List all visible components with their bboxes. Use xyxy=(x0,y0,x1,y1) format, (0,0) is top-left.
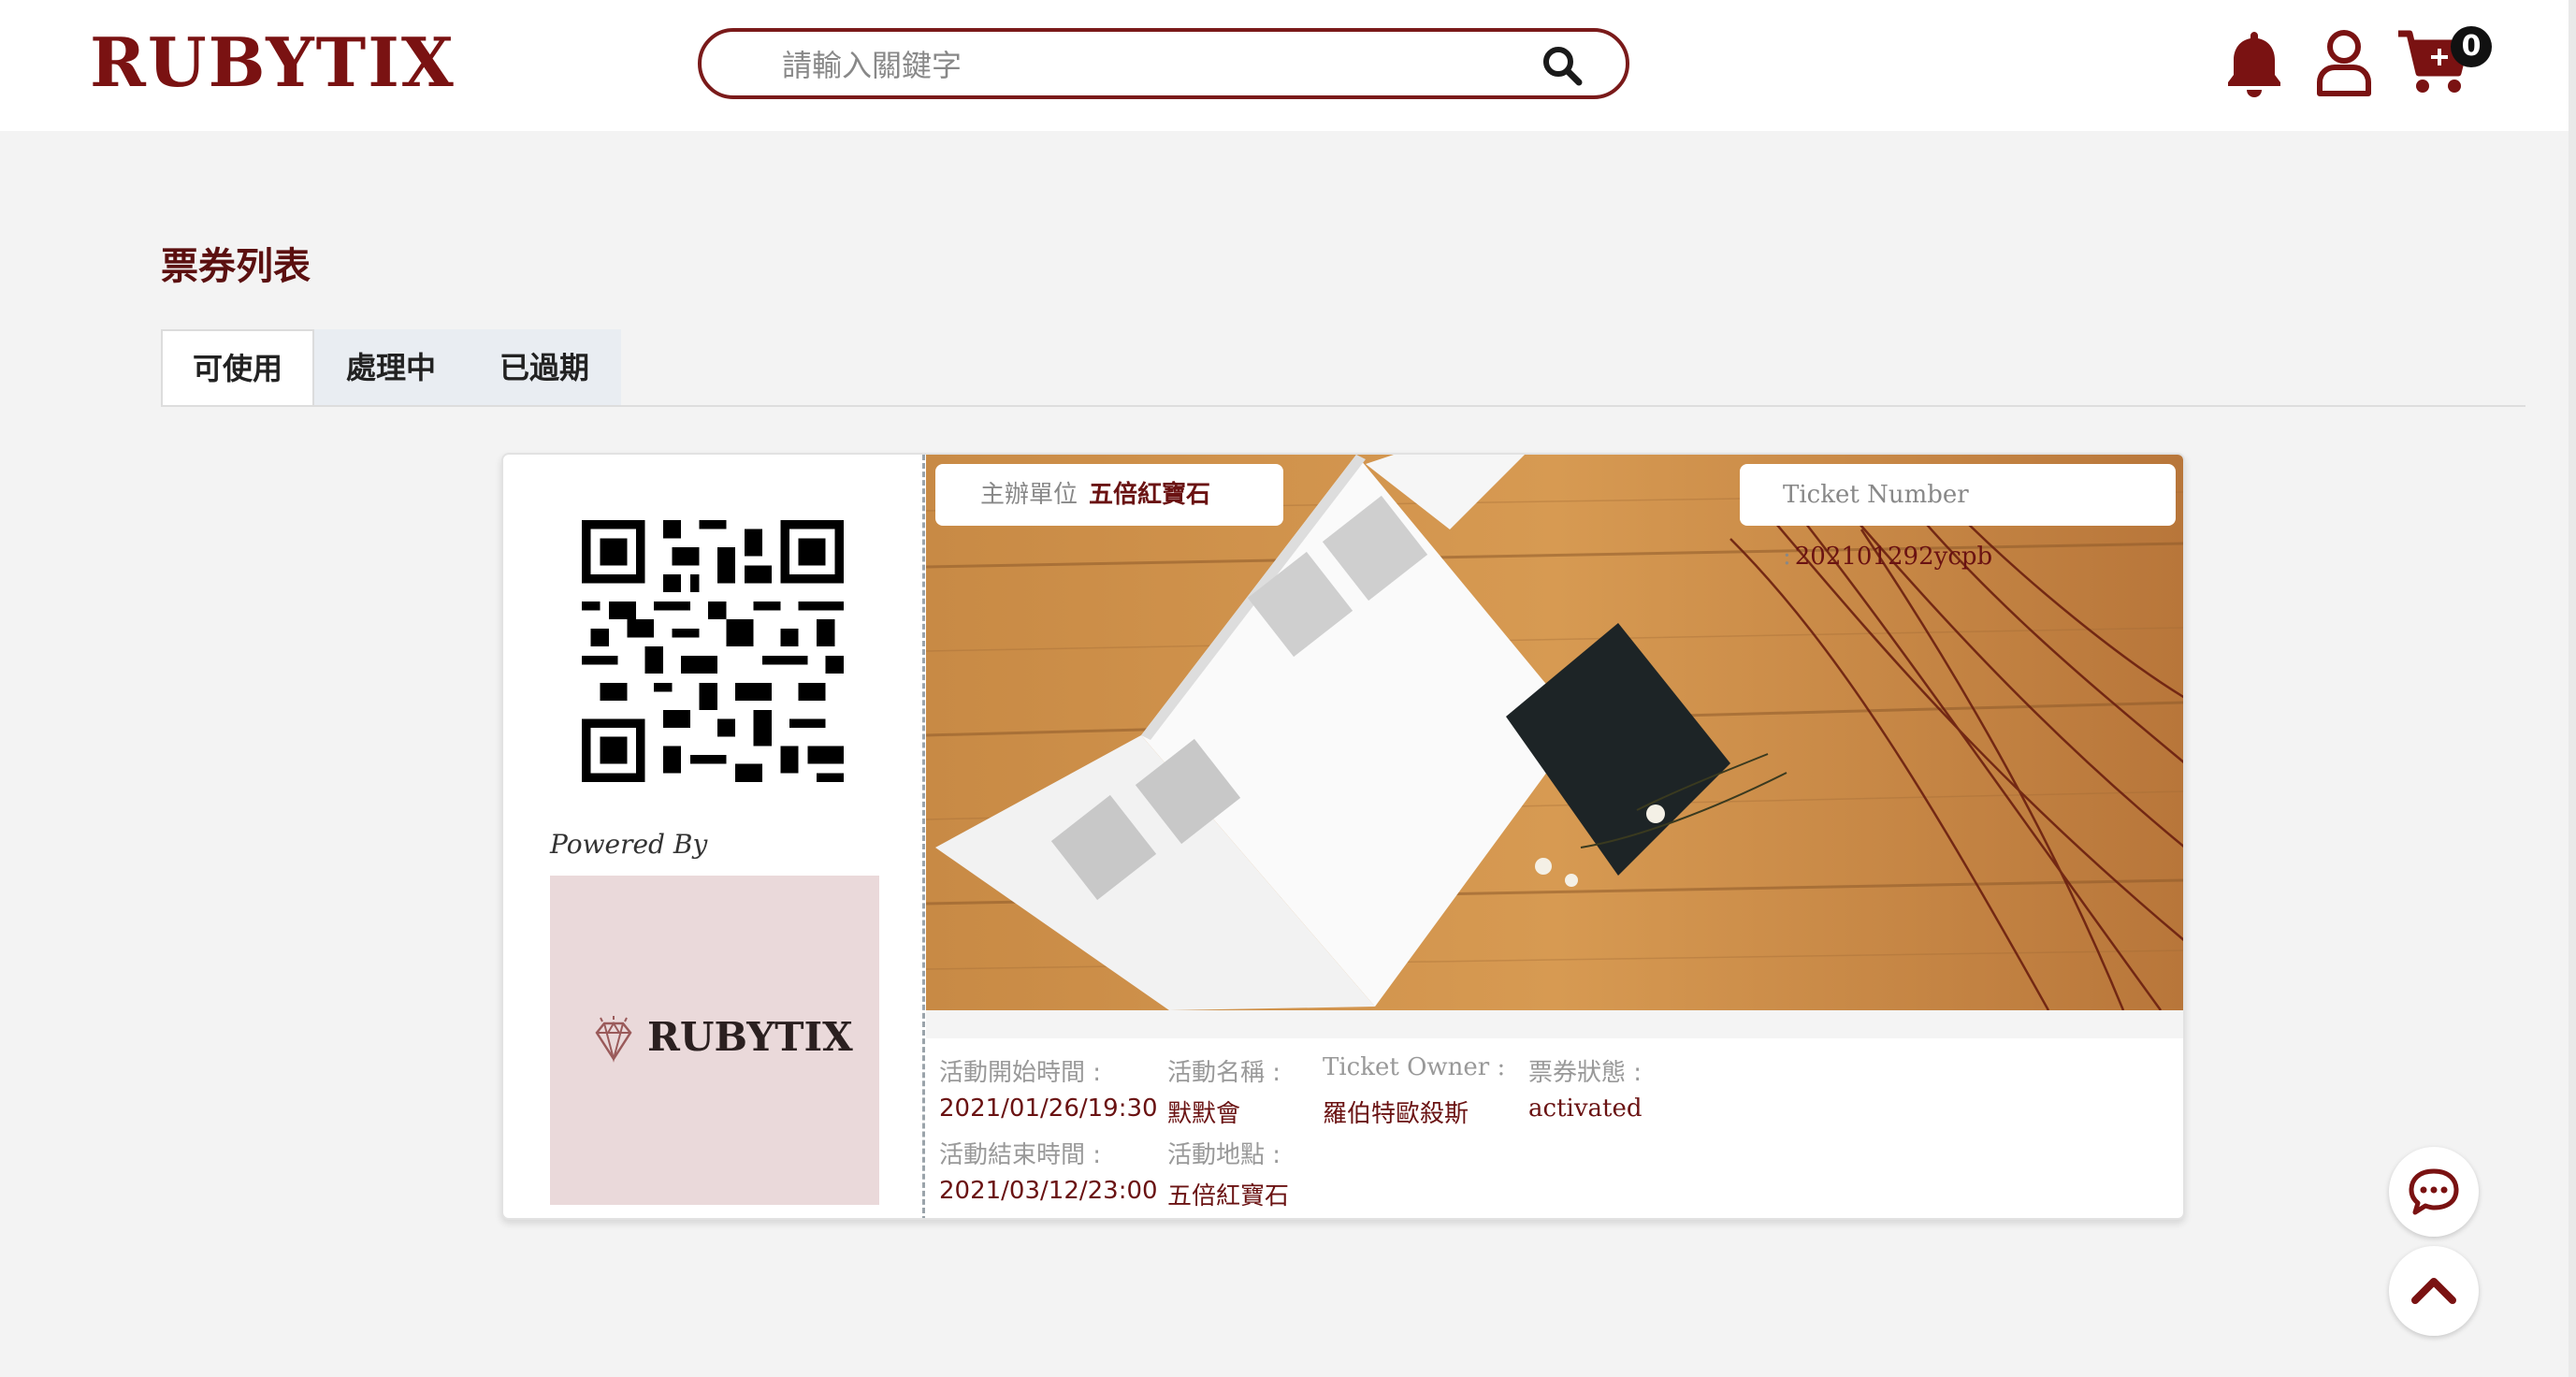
qr-code-icon xyxy=(582,520,844,782)
organizer-value: 五倍紅寶石 xyxy=(1089,481,1211,509)
bell-icon[interactable] xyxy=(2224,28,2284,99)
chat-button[interactable] xyxy=(2389,1147,2479,1237)
ticket-status-value: activated xyxy=(1528,1094,1643,1123)
scrollbar-track[interactable] xyxy=(2569,0,2576,1377)
event-name-value: 默默會 xyxy=(1167,1100,1241,1128)
cart-count-badge: 0 xyxy=(2451,26,2492,67)
event-name-label: 活動名稱 : xyxy=(1167,1059,1281,1087)
end-time-value: 2021/03/12/23:00 xyxy=(939,1177,1158,1205)
ticket-perforation xyxy=(922,455,925,1218)
tab-expired[interactable]: 已過期 xyxy=(468,329,621,406)
powered-by-brand: RUBYTIX xyxy=(647,1014,853,1060)
info-strip xyxy=(926,1010,2183,1038)
organizer-chip: 主辦單位 五倍紅寶石 xyxy=(935,464,1283,526)
end-time-label: 活動結束時間 : xyxy=(939,1141,1102,1169)
event-cover-image xyxy=(926,455,2183,1010)
organizer-label: 主辦單位 xyxy=(980,481,1078,509)
tab-processing[interactable]: 處理中 xyxy=(314,329,468,406)
ticket-status-label: 票券狀態 : xyxy=(1528,1059,1643,1087)
tab-divider xyxy=(161,405,2525,407)
search-icon[interactable] xyxy=(1540,43,1585,88)
diamond-icon xyxy=(595,1016,632,1063)
top-navbar: RUBYTIX 0 xyxy=(0,0,2576,131)
scroll-to-top-button[interactable] xyxy=(2389,1246,2479,1336)
location-label: 活動地點 : xyxy=(1167,1141,1281,1169)
powered-by-label: Powered By xyxy=(550,829,708,860)
search-input[interactable] xyxy=(780,41,1495,90)
tab-available[interactable]: 可使用 xyxy=(161,329,314,406)
ticket-owner-value: 羅伯特歐殺斯 xyxy=(1323,1100,1469,1128)
start-time-value: 2021/01/26/19:30 xyxy=(939,1094,1158,1123)
ticket-number-value: 202101292ycpb xyxy=(1794,543,1993,571)
powered-by-logo-box: RUBYTIX xyxy=(550,876,879,1205)
site-logo[interactable]: RUBYTIX xyxy=(90,22,456,102)
event-photo xyxy=(926,455,2183,1010)
ticket-card[interactable]: Powered By RUBYTIX 主辦單位 五倍紅寶石 Ticket Num… xyxy=(501,453,2185,1220)
page-title: 票券列表 xyxy=(161,245,311,288)
search-bar xyxy=(698,28,1629,99)
start-time-label: 活動開始時間 : xyxy=(939,1059,1102,1087)
location-value: 五倍紅寶石 xyxy=(1167,1182,1290,1210)
user-icon[interactable] xyxy=(2314,28,2374,97)
ticket-owner-label: Ticket Owner : xyxy=(1323,1053,1506,1081)
chat-icon xyxy=(2409,1168,2459,1215)
ticket-number-chip: Ticket Number :202101292ycpb xyxy=(1740,464,2176,571)
chevron-up-icon xyxy=(2411,1278,2456,1304)
